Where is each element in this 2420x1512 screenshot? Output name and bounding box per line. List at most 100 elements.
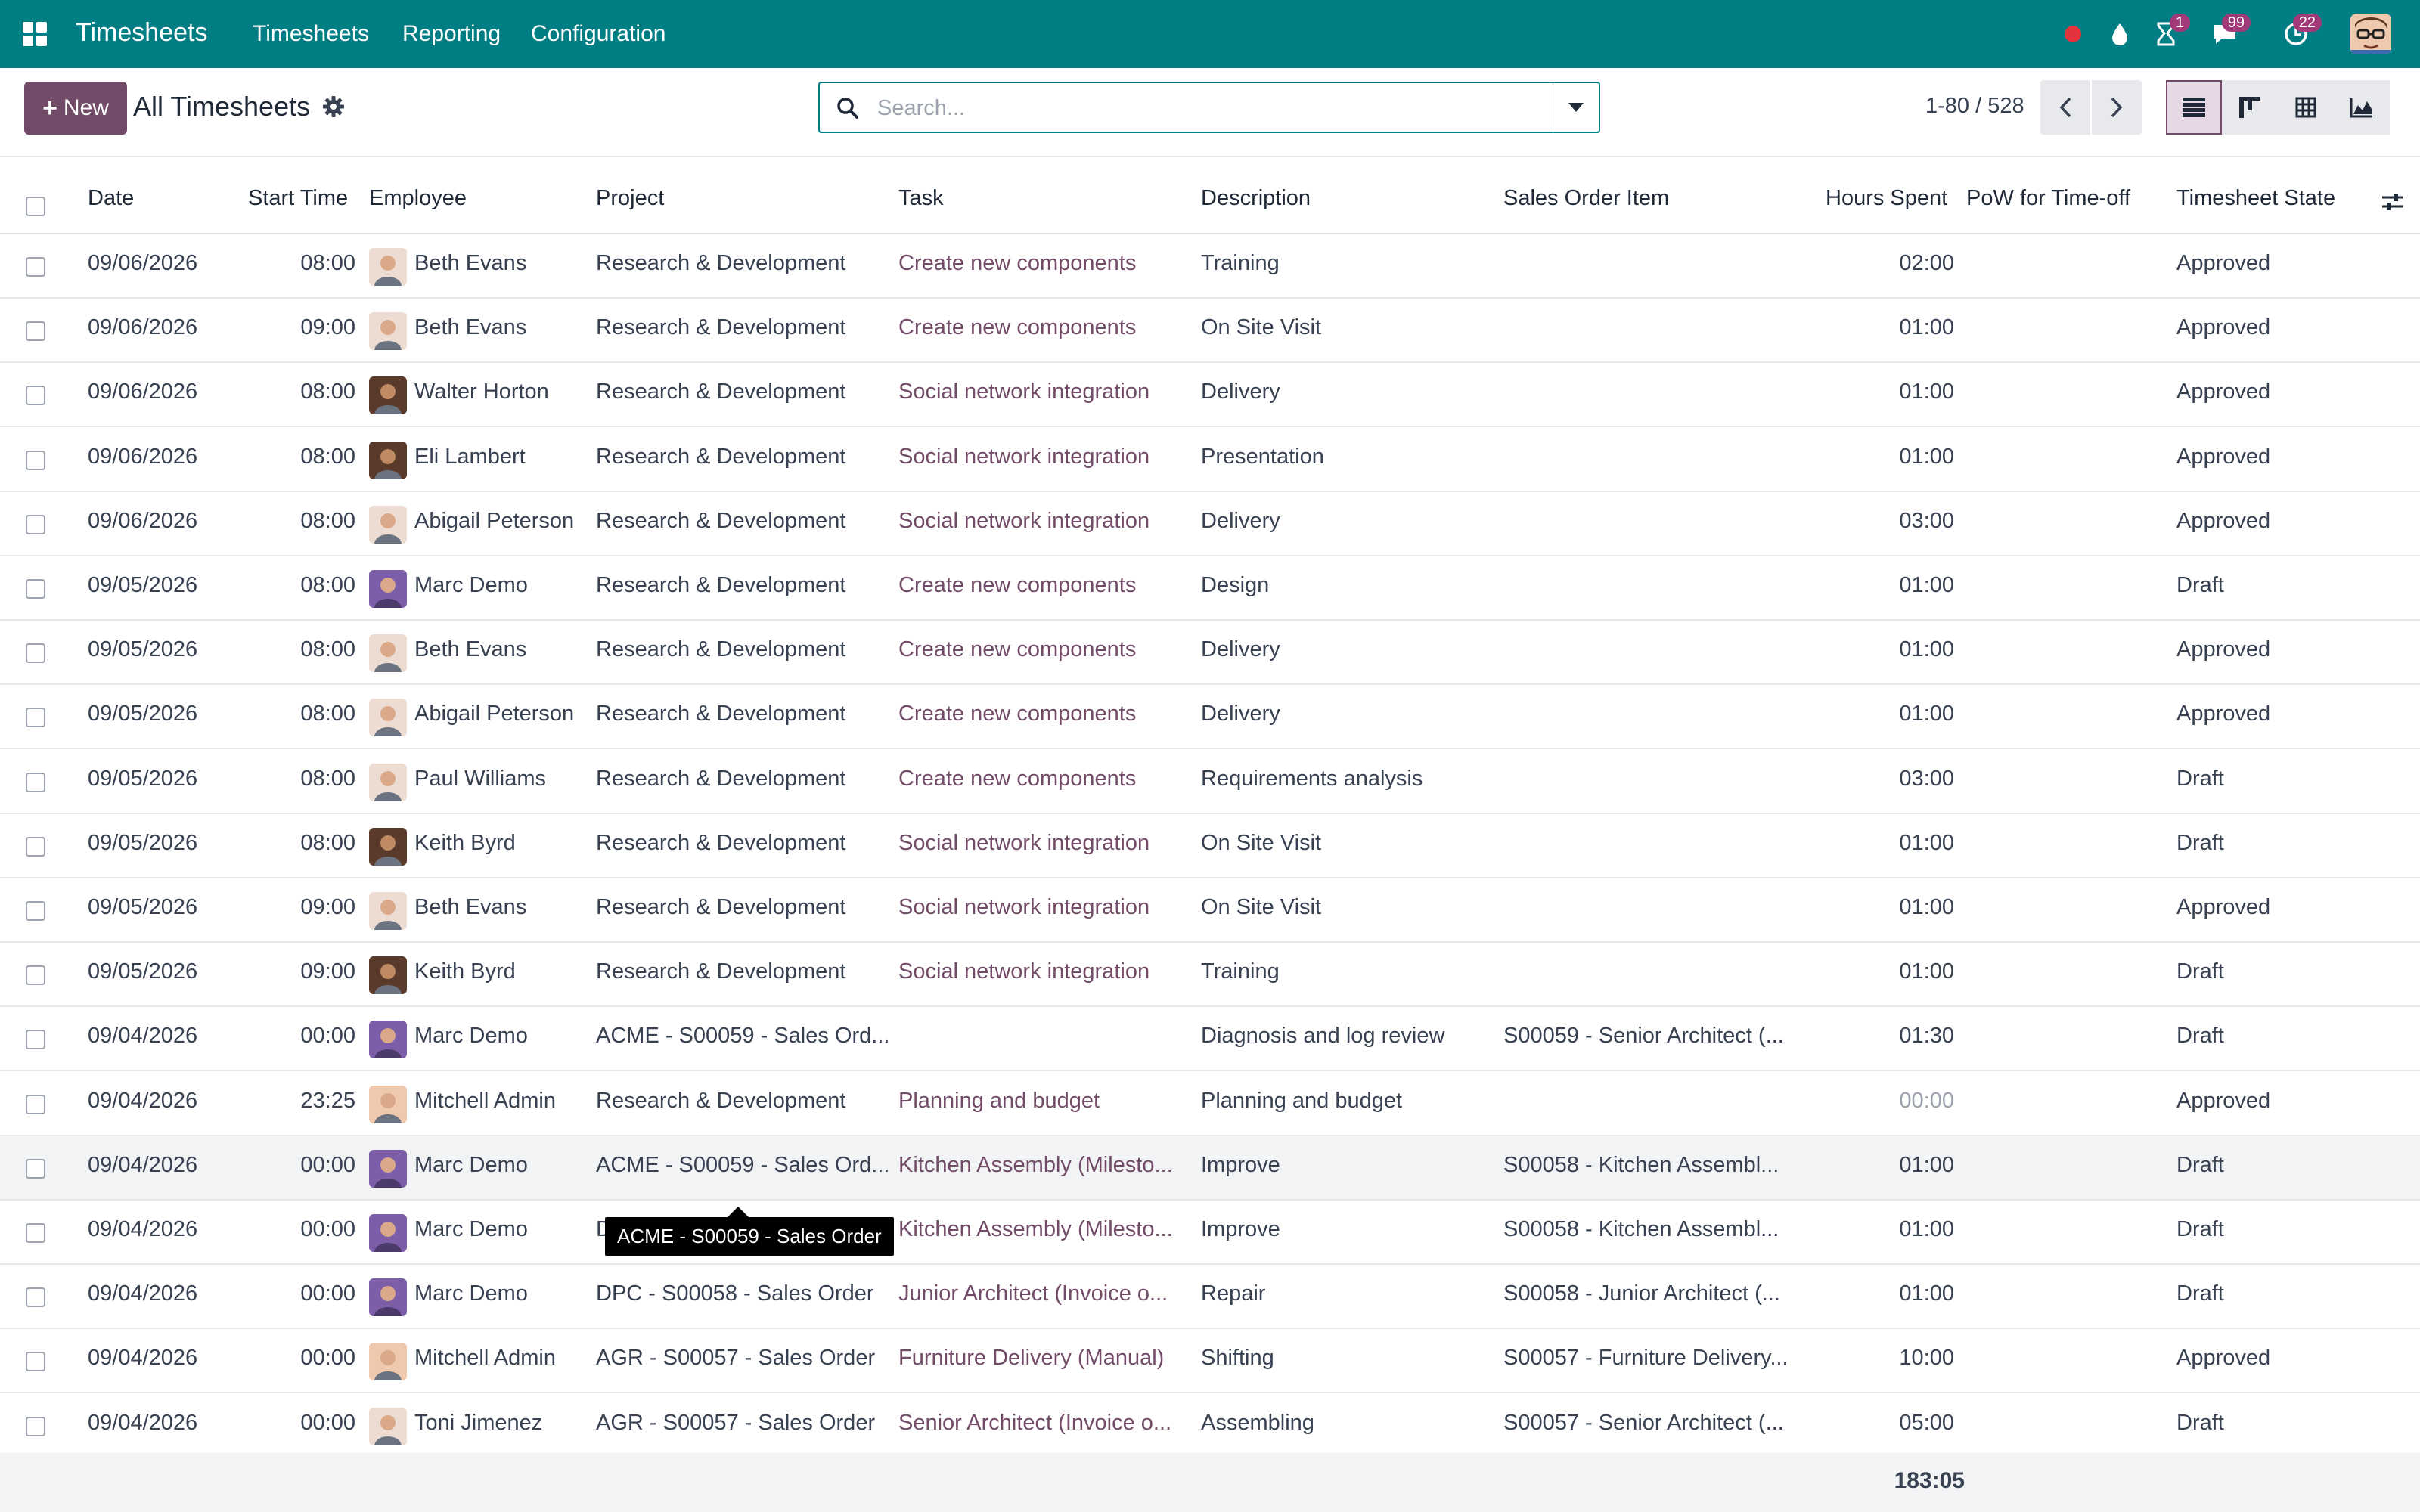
list-view-button[interactable] (2166, 80, 2222, 135)
table-row[interactable]: 09/06/2026 09:00 Beth Evans Research & Deve… (0, 299, 2420, 364)
cell-timesheet-state: Approved (2176, 895, 2271, 919)
new-button[interactable]: + New (24, 82, 127, 135)
col-sales-order-item[interactable]: Sales Order Item (1503, 186, 1669, 211)
row-checkbox[interactable] (26, 643, 45, 664)
col-timesheet-state[interactable]: Timesheet State (2176, 186, 2335, 211)
table-row[interactable]: 09/04/2026 00:00 Marc Demo ACME - S00059 - … (0, 1136, 2420, 1201)
table-row[interactable]: 09/05/2026 09:00 Keith Byrd Research & Deve… (0, 943, 2420, 1008)
select-all-checkbox[interactable] (26, 197, 45, 216)
app-grid-icon[interactable] (23, 22, 47, 46)
pager-previous-button[interactable] (2040, 80, 2090, 135)
cell-description: Presentation (1201, 444, 1324, 469)
table-footer: 183:05 (0, 1453, 2420, 1512)
table-row[interactable]: 09/05/2026 08:00 Marc Demo Research & Devel… (0, 556, 2420, 621)
activity-badge: 1 (2169, 14, 2190, 32)
table-row[interactable]: 09/05/2026 08:00 Keith Byrd Research & Deve… (0, 814, 2420, 878)
grid-view-button[interactable] (2278, 80, 2334, 135)
kanban-view-button[interactable] (2222, 80, 2278, 135)
cell-date: 09/05/2026 (88, 895, 198, 919)
col-task[interactable]: Task (898, 186, 944, 211)
table-row[interactable]: 09/04/2026 00:00 Toni Jimenez AGR - S00057 … (0, 1394, 2420, 1458)
row-checkbox[interactable] (26, 708, 45, 728)
cell-project: Research & Development (596, 702, 846, 727)
cell-start-time: 08:00 (300, 508, 355, 533)
cell-timesheet-state: Draft (2176, 573, 2224, 597)
cell-hours-spent: 03:00 (1899, 766, 1954, 791)
cell-start-time: 00:00 (300, 1410, 355, 1435)
row-checkbox[interactable] (26, 901, 45, 921)
col-project[interactable]: Project (596, 186, 664, 211)
clock-icon[interactable]: 22 (2281, 14, 2322, 51)
cell-hours-spent: 01:00 (1899, 380, 1954, 404)
cell-task: Junior Architect (Invoice o... (898, 1281, 1168, 1306)
cell-start-time: 08:00 (300, 573, 355, 597)
row-checkbox[interactable] (26, 1223, 45, 1243)
row-checkbox[interactable] (26, 1094, 45, 1114)
cell-project: Research & Development (596, 573, 846, 597)
cell-hours-spent: 01:00 (1899, 573, 1954, 597)
app-title[interactable]: Timesheets (76, 18, 207, 48)
search-options-toggle[interactable] (1553, 83, 1599, 132)
row-checkbox[interactable] (26, 1030, 45, 1050)
col-hours-spent[interactable]: Hours Spent (1826, 186, 1947, 211)
table-row[interactable]: 09/04/2026 00:00 Marc Demo ACME - S00059 - … (0, 1007, 2420, 1072)
cell-employee: Beth Evans (414, 315, 527, 340)
row-checkbox[interactable] (26, 1416, 45, 1436)
row-checkbox[interactable] (26, 965, 45, 986)
employee-avatar (369, 892, 407, 930)
employee-avatar (369, 1407, 407, 1445)
cell-description: Planning and budget (1201, 1088, 1403, 1113)
drop-icon[interactable] (2108, 17, 2131, 51)
table-row[interactable]: 09/04/2026 00:00 Marc Demo D Kitchen Assembl… (0, 1201, 2420, 1265)
row-checkbox[interactable] (26, 514, 45, 534)
row-checkbox[interactable] (26, 321, 45, 342)
table-row[interactable]: 09/05/2026 08:00 Paul Williams Research & D… (0, 750, 2420, 814)
row-checkbox[interactable] (26, 1287, 45, 1308)
user-avatar[interactable] (2350, 14, 2391, 54)
cell-task: Social network integration (898, 380, 1150, 404)
optional-columns-icon[interactable] (2381, 191, 2405, 217)
col-date[interactable]: Date (88, 186, 134, 211)
table-row[interactable]: 09/04/2026 00:00 Marc Demo DPC - S00058 - S… (0, 1265, 2420, 1330)
table-row[interactable]: 09/06/2026 08:00 Eli Lambert Research & Dev… (0, 428, 2420, 492)
recording-dot-icon[interactable] (2065, 26, 2081, 42)
cell-hours-spent: 01:00 (1899, 1152, 1954, 1177)
activity-icon[interactable]: 1 (2152, 14, 2190, 51)
col-description[interactable]: Description (1201, 186, 1311, 211)
menu-timesheets[interactable]: Timesheets (253, 21, 369, 47)
table-row[interactable]: 09/05/2026 09:00 Beth Evans Research & Deve… (0, 878, 2420, 943)
table-row[interactable]: 09/06/2026 08:00 Beth Evans Research & Deve… (0, 234, 2420, 299)
cell-employee: Mitchell Admin (414, 1346, 556, 1371)
table-row[interactable]: 09/06/2026 08:00 Abigail Peterson Research … (0, 492, 2420, 556)
table-row[interactable]: 09/06/2026 08:00 Walter Horton Research & D… (0, 363, 2420, 428)
row-checkbox[interactable] (26, 257, 45, 277)
search-input[interactable] (876, 89, 1559, 127)
table-row[interactable]: 09/04/2026 23:25 Mitchell Admin Research & … (0, 1072, 2420, 1136)
row-checkbox[interactable] (26, 1352, 45, 1372)
pager-value[interactable]: 1-80 / 528 (1925, 94, 2024, 119)
row-checkbox[interactable] (26, 836, 45, 857)
pager-next-button[interactable] (2092, 80, 2142, 135)
col-start-time[interactable]: Start Time (248, 186, 348, 211)
table-row[interactable]: 09/05/2026 08:00 Beth Evans Research & Deve… (0, 621, 2420, 686)
menu-configuration[interactable]: Configuration (531, 21, 666, 47)
row-checkbox[interactable] (26, 579, 45, 599)
row-checkbox[interactable] (26, 450, 45, 470)
cell-employee: Marc Demo (414, 1152, 528, 1177)
search-box[interactable] (818, 82, 1600, 133)
cell-date: 09/04/2026 (88, 1281, 198, 1306)
employee-avatar (369, 1085, 407, 1123)
table-row[interactable]: 09/05/2026 08:00 Abigail Peterson Research … (0, 685, 2420, 750)
cell-date: 09/04/2026 (88, 1088, 198, 1113)
cell-task: Create new components (898, 637, 1137, 662)
col-pow-time-off[interactable]: PoW for Time-off (1966, 186, 2130, 211)
graph-view-button[interactable] (2334, 80, 2390, 135)
col-employee[interactable]: Employee (369, 186, 467, 211)
table-row[interactable]: 09/04/2026 00:00 Mitchell Admin AGR - S0005… (0, 1329, 2420, 1394)
row-checkbox[interactable] (26, 1158, 45, 1179)
row-checkbox[interactable] (26, 386, 45, 406)
gear-icon[interactable] (322, 95, 345, 122)
row-checkbox[interactable] (26, 772, 45, 792)
messages-icon[interactable]: 99 (2210, 14, 2251, 51)
menu-reporting[interactable]: Reporting (402, 21, 501, 47)
